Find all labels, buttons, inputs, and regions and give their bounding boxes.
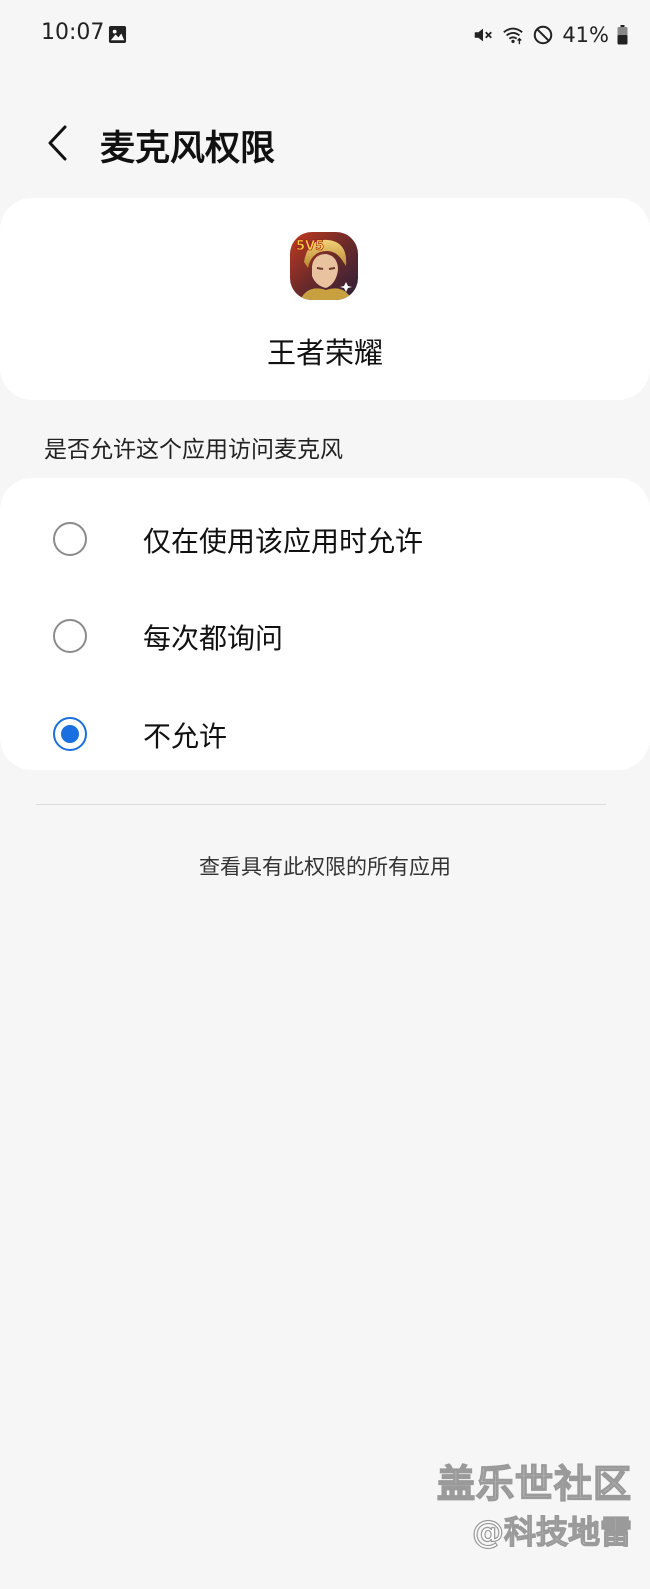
watermark-author: @科技地雷 [471,1512,632,1551]
radio-button[interactable] [53,522,87,556]
option-allow-while-using[interactable]: 仅在使用该应用时允许 [0,492,650,588]
chevron-left-icon [48,125,67,161]
radio-button-selected[interactable] [53,717,87,751]
option-label: 仅在使用该应用时允许 [143,525,424,558]
view-all-apps-link[interactable]: 查看具有此权限的所有应用 [0,851,650,881]
svg-text:5V5: 5V5 [296,239,324,254]
battery-percent: 41% [562,23,609,47]
app-bar: 麦克风权限 [0,105,650,181]
permission-options-card: 仅在使用该应用时允许 每次都询问 不允许 [0,478,650,770]
do-not-disturb-icon [534,25,553,45]
option-ask-every-time[interactable]: 每次都询问 [0,589,650,685]
option-label: 每次都询问 [143,622,284,655]
radio-button[interactable] [53,619,87,653]
divider [36,804,606,805]
page-title: 麦克风权限 [100,129,276,169]
mute-icon [475,28,493,42]
permission-question: 是否允许这个应用访问麦克风 [44,437,343,463]
app-name: 王者荣耀 [266,336,383,370]
status-time: 10:07 [41,20,105,45]
battery-icon [617,25,628,45]
option-deny[interactable]: 不允许 [0,687,650,783]
status-bar: 10:07 41% [0,0,650,72]
app-icon: 5V5 [290,232,358,300]
status-icons: 41% [472,20,628,50]
back-button[interactable] [36,117,78,169]
wifi-icon [503,27,524,45]
option-label: 不允许 [143,720,228,753]
gallery-icon [108,25,127,44]
watermark-community: 盖乐世社区 [436,1461,632,1507]
